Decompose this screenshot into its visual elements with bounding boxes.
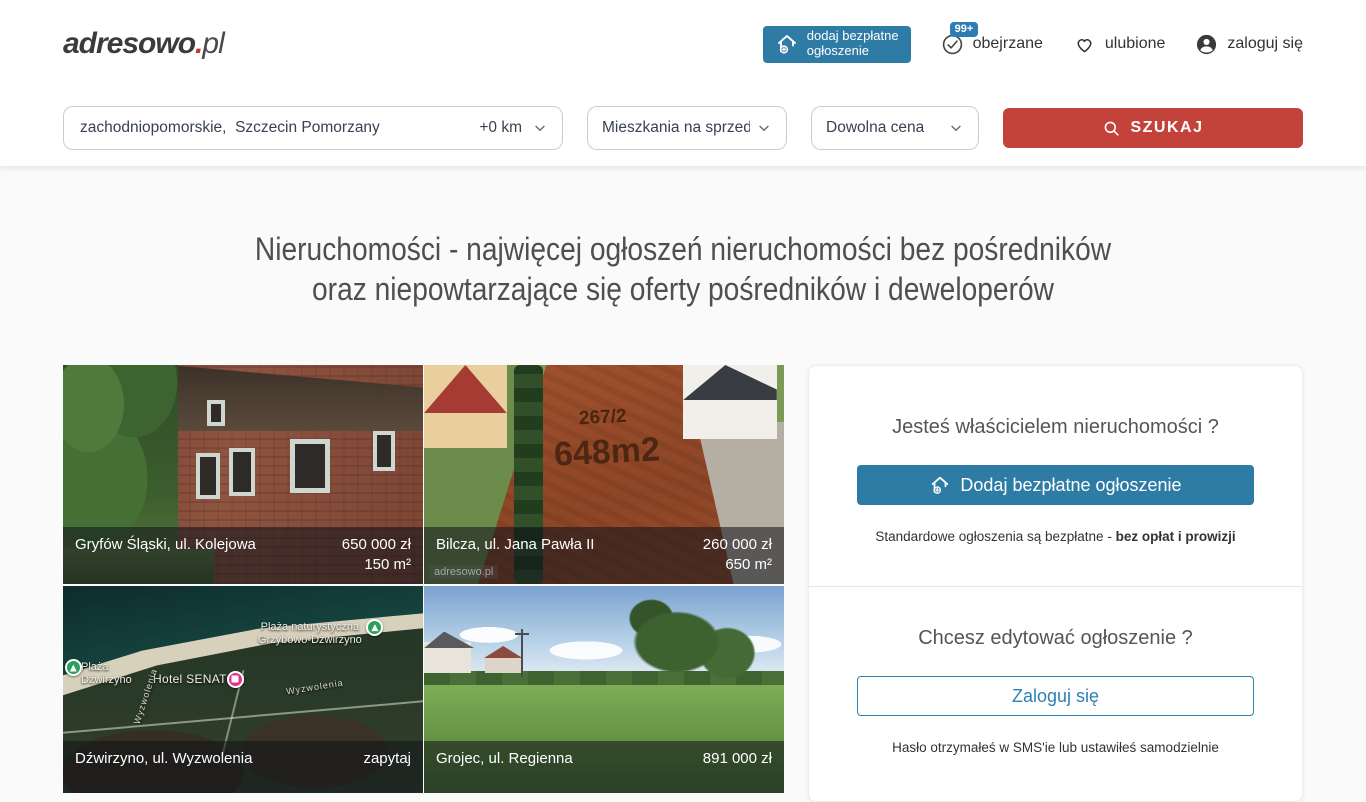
map-road-label: Wyzwolenia	[286, 677, 345, 699]
photo-plot-area: 648m2	[553, 430, 661, 474]
chevron-down-icon	[532, 120, 548, 136]
edit-heading: Chcesz edytować ogłoszenie ?	[857, 627, 1254, 650]
listing-card-grojec[interactable]: Grojec, ul. Regienna 891 000 zł	[424, 586, 784, 793]
map-road-label: Wyzwolenia	[131, 666, 161, 725]
login-label: zaloguj się	[1227, 35, 1303, 53]
owner-note: Standardowe ogłoszenia są bezpłatne - be…	[857, 529, 1254, 544]
listing-caption: Gryfów Śląski, ul. Kolejowa 650 000 zł 1…	[63, 527, 423, 584]
owner-section: Jesteś właścicielem nieruchomości ? Doda…	[809, 366, 1302, 586]
location-field: +0 km	[63, 106, 563, 150]
listing-area: 150 m²	[364, 556, 411, 573]
search-button-label: SZUKAJ	[1130, 119, 1203, 137]
owner-heading: Jesteś właścicielem nieruchomości ?	[857, 416, 1254, 439]
map-label-beach: Plaża naturystyczna Grzybowo-Dźwirzyno	[258, 621, 362, 647]
listing-area: 650 m²	[725, 556, 772, 573]
edit-note: Hasło otrzymałeś w SMS'ie lub ustawiłeś …	[857, 740, 1254, 755]
chevron-down-icon	[756, 120, 772, 136]
viewed-label: obejrzane	[973, 35, 1043, 53]
add-free-listing-button[interactable]: Dodaj bezpłatne ogłoszenie	[857, 465, 1254, 505]
favorites-label: ulubione	[1105, 35, 1166, 53]
owner-panel: Jesteś właścicielem nieruchomości ? Doda…	[808, 365, 1303, 802]
map-marker-green-icon	[366, 619, 383, 636]
viewed-nav-item[interactable]: 99+ obejrzane	[941, 33, 1043, 56]
listing-card-gryfow[interactable]: Gryfów Śląski, ul. Kolejowa 650 000 zł 1…	[63, 365, 423, 584]
login-button[interactable]: Zaloguj się	[857, 676, 1254, 716]
page-title-line2: oraz niepowtarzające się oferty pośredni…	[137, 269, 1228, 309]
add-listing-button[interactable]: dodaj bezpłatne ogłoszenie	[763, 26, 911, 63]
house-plus-icon	[929, 474, 951, 496]
listing-card-dzwirzyno[interactable]: Plaża naturystyczna Grzybowo-Dźwirzyno P…	[63, 586, 423, 793]
listing-price: 260 000 zł	[703, 536, 772, 553]
chevron-down-icon	[948, 120, 964, 136]
user-icon	[1195, 33, 1218, 56]
listing-price: 891 000 zł	[703, 750, 772, 767]
listing-card-bilcza[interactable]: 267/2 648m2 adresowo.pl Bilcza, ul. Jana…	[424, 365, 784, 584]
radius-dropdown[interactable]: +0 km	[479, 119, 548, 137]
house-plus-icon	[775, 32, 799, 56]
listing-price: zapytaj	[363, 750, 411, 767]
listing-caption: Dźwirzyno, ul. Wyzwolenia zapytaj	[63, 741, 423, 793]
header: adresowo.pl dodaj bezpłatne ogłoszenie	[0, 0, 1366, 167]
favorites-nav-item[interactable]: ulubione	[1073, 33, 1166, 56]
category-value: Mieszkania na sprzeda	[602, 119, 750, 137]
search-bar: +0 km Mieszkania na sprzeda Dowolna cena	[0, 88, 1366, 150]
search-button[interactable]: SZUKAJ	[1003, 108, 1303, 148]
login-nav-item[interactable]: zaloguj się	[1195, 33, 1303, 56]
search-icon	[1102, 119, 1121, 138]
map-marker-hotel-icon	[227, 671, 244, 688]
listing-location: Dźwirzyno, ul. Wyzwolenia	[75, 749, 252, 784]
add-listing-label-line1: dodaj bezpłatne	[807, 28, 899, 43]
photo-plot-number: 267/2	[578, 405, 627, 429]
main-content: Nieruchomości - najwięcej ogłoszeń nieru…	[0, 167, 1366, 802]
add-listing-label-line2: ogłoszenie	[807, 43, 869, 58]
logo-tld: pl	[202, 27, 223, 60]
add-free-listing-label: Dodaj bezpłatne ogłoszenie	[960, 475, 1181, 496]
category-dropdown[interactable]: Mieszkania na sprzeda	[587, 106, 787, 150]
location-input[interactable]	[78, 118, 469, 138]
listings-grid: Gryfów Śląski, ul. Kolejowa 650 000 zł 1…	[63, 365, 784, 793]
listing-location: Gryfów Śląski, ul. Kolejowa	[75, 535, 256, 575]
logo[interactable]: adresowo.pl	[63, 27, 224, 61]
price-dropdown[interactable]: Dowolna cena	[811, 106, 979, 150]
map-label-beach-left: Plaża Dźwirzyno	[81, 661, 132, 687]
listing-caption: Grojec, ul. Regienna 891 000 zł	[424, 741, 784, 793]
viewed-count-badge: 99+	[950, 22, 979, 37]
price-value: Dowolna cena	[826, 119, 924, 137]
radius-value: +0 km	[479, 119, 522, 137]
heart-icon	[1073, 33, 1096, 56]
photo-watermark: adresowo.pl	[429, 565, 498, 579]
listing-location: Grojec, ul. Regienna	[436, 749, 573, 784]
listing-price: 650 000 zł	[342, 536, 411, 553]
page-title: Nieruchomości - najwięcej ogłoszeń nieru…	[63, 229, 1303, 309]
page-title-line1: Nieruchomości - najwięcej ogłoszeń nieru…	[137, 229, 1228, 269]
edit-section: Chcesz edytować ogłoszenie ? Zaloguj się…	[809, 586, 1302, 801]
logo-text: adresowo	[63, 27, 195, 60]
